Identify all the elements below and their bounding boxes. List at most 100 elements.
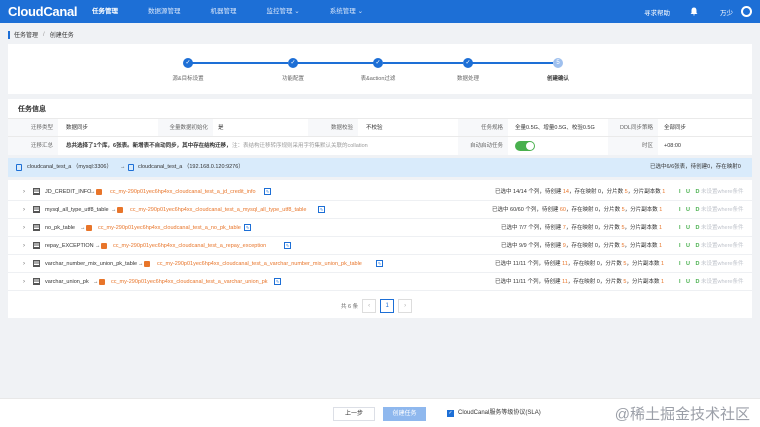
table-row[interactable]: › repay_EXCEPTION → cc_my-290p01yec6hp4x… [8, 237, 752, 255]
target-table[interactable]: cc_my-290p01yec6hp4xx_cloudcanal_test_a_… [130, 201, 306, 219]
create-task-button[interactable]: 创建任务 [383, 407, 426, 421]
data-check-label: 数据校验 [308, 119, 358, 137]
database-icon [16, 164, 22, 171]
target-table-icon [144, 261, 150, 267]
expand-chevron-icon[interactable]: › [23, 255, 25, 273]
table-row[interactable]: › varchar_number_mix_union_pk_table → cc… [8, 255, 752, 273]
iud-actions[interactable]: I U D [679, 273, 702, 291]
watermark: @稀土掘金技术社区 [614, 406, 750, 423]
arrow-icon: → [90, 189, 96, 195]
target-table[interactable]: cc_my-290p01yec6hp4xx_cloudcanal_test_a_… [110, 183, 256, 201]
step-4-label: 数据处理 [456, 76, 479, 82]
summary-label: 迁移汇总 [8, 137, 58, 155]
where-condition[interactable]: 未设置where条件 [701, 183, 743, 201]
bell-icon[interactable] [690, 7, 698, 16]
table-row[interactable]: › mysql_all_type_utf8_table → cc_my-290p… [8, 201, 752, 219]
expand-chevron-icon[interactable]: › [23, 273, 25, 291]
step-connector [383, 62, 463, 64]
task-info-panel: 任务信息 迁移类型 数据同步 全量数据初始化 是 数据校验 不校验 任务规格 全… [8, 99, 752, 155]
prev-page-button[interactable]: ‹ [362, 299, 377, 313]
nav-menu: 任务管理 数据源管理 机器管理 监控管理 ⌄ 系统管理 ⌄ [92, 0, 393, 23]
target-table[interactable]: cc_my-290p01yec6hp4xx_cloudcanal_test_a_… [98, 219, 241, 237]
edit-icon[interactable]: ✎ [318, 206, 325, 213]
breadcrumb-current: 创建任务 [49, 33, 74, 39]
source-table: mysql_all_type_utf8_table [45, 207, 109, 213]
breadcrumb-parent[interactable]: 任务管理 [14, 30, 38, 39]
sla-checkbox[interactable]: ✓ [447, 410, 454, 417]
edit-icon[interactable]: ✎ [284, 242, 291, 249]
ddl-policy-value: 全部同步 [664, 125, 687, 131]
next-page-button[interactable]: › [398, 299, 413, 313]
nav-item-tasks[interactable]: 任务管理 [92, 0, 118, 23]
nav-item-system[interactable]: 系统管理 ⌄ [330, 0, 363, 23]
target-table-icon [86, 225, 92, 231]
edit-icon[interactable]: ✎ [264, 188, 271, 195]
source-table: varchar_union_pk [45, 279, 89, 285]
iud-actions[interactable]: I U D [679, 183, 702, 201]
arrow-icon: → [80, 225, 86, 231]
sla-link[interactable]: CloudCanal服务等级协议(SLA) [458, 408, 541, 419]
user-name[interactable]: 万少 [720, 7, 733, 17]
expand-chevron-icon[interactable]: › [23, 219, 25, 237]
migration-type-value: 数据同步 [66, 125, 89, 131]
target-table[interactable]: cc_my-290p01yec6hp4xx_cloudcanal_test_a_… [111, 273, 268, 291]
task-info-row: 迁移汇总 总共选择了1个库，6张表。新增表不自动同步，其中存在结构迁移， 注：表… [8, 136, 752, 155]
where-condition[interactable]: 未设置where条件 [701, 255, 743, 273]
iud-actions[interactable]: I U D [679, 201, 702, 219]
table-icon [33, 260, 40, 267]
logo[interactable]: CloudCanal [8, 4, 82, 19]
column-stats: 已选中 7/7 个列，待创建 7，存在映射 0，分片数 5，分片副本数 1 [501, 225, 663, 231]
help-link[interactable]: 寻求帮助 [644, 7, 670, 17]
edit-icon[interactable]: ✎ [244, 224, 251, 231]
nav-right: 寻求帮助 万少 [644, 0, 760, 23]
table-row[interactable]: › varchar_union_pk → cc_my-290p01yec6hp4… [8, 273, 752, 291]
column-stats: 已选中 11/11 个列，待创建 11，存在映射 0，分片数 5，分片副本数 1 [495, 261, 665, 267]
iud-actions[interactable]: I U D [679, 219, 702, 237]
target-table-icon [99, 279, 105, 285]
table-row[interactable]: › JD_CREDIT_INFO → cc_my-290p01yec6hp4xx… [8, 183, 752, 201]
expand-chevron-icon[interactable]: › [23, 183, 25, 201]
source-table: varchar_number_mix_union_pk_table [45, 261, 138, 267]
step-progress: ✓ ✓ ✓ ✓ 5 源&目标设置 功能配置 表&action过滤 数据处理 创建… [8, 44, 752, 94]
table-row[interactable]: › no_pk_table → cc_my-290p01yec6hp4xx_cl… [8, 219, 752, 237]
target-db: cloudcanal_test_a （192.168.0.120:9276） [138, 164, 244, 170]
table-mapping-list: › JD_CREDIT_INFO → cc_my-290p01yec6hp4xx… [8, 180, 752, 318]
timezone-value: +08:00 [664, 143, 681, 149]
arrow-icon: → [138, 261, 144, 267]
collation-note: 注：表结构迁移转序规则采用字符集默认关联的collation [232, 143, 368, 149]
task-spec-label: 任务规格 [458, 119, 508, 137]
step-5-number: 5 [553, 58, 563, 68]
prev-step-button[interactable]: 上一步 [333, 407, 375, 421]
step-3-label: 表&action过滤 [360, 76, 396, 82]
source-table: repay_EXCEPTION [45, 243, 94, 249]
iud-actions[interactable]: I U D [679, 255, 702, 273]
where-condition[interactable]: 未设置where条件 [701, 237, 743, 255]
autostart-toggle[interactable] [515, 141, 535, 151]
nav-item-machines[interactable]: 机器管理 [211, 0, 237, 23]
step-3-check-icon: ✓ [373, 58, 383, 68]
task-info-title: 任务信息 [18, 106, 46, 113]
pagination-total: 共 6 条 [341, 304, 359, 310]
nav-item-monitor[interactable]: 监控管理 ⌄ [267, 0, 300, 23]
column-stats: 已选中 60/60 个列，待创建 60，存在映射 0，分片数 5，分片副本数 1 [492, 207, 663, 213]
edit-icon[interactable]: ✎ [274, 278, 281, 285]
breadcrumb: 任务管理 / 创建任务 [8, 30, 74, 39]
column-stats: 已选中 14/14 个列，待创建 14，存在映射 0，分片数 5，分片副本数 1 [495, 189, 666, 195]
footer-bar: 上一步 创建任务 ✓ CloudCanal服务等级协议(SLA) @稀土掘金技术… [0, 398, 760, 427]
pagination: 共 6 条 ‹ 1 › [341, 299, 413, 313]
where-condition[interactable]: 未设置where条件 [701, 201, 743, 219]
page-1-button[interactable]: 1 [380, 299, 395, 313]
breadcrumb-marker [8, 30, 10, 39]
where-condition[interactable]: 未设置where条件 [701, 273, 743, 291]
edit-icon[interactable]: ✎ [376, 260, 383, 267]
expand-chevron-icon[interactable]: › [23, 237, 25, 255]
target-table[interactable]: cc_my-290p01yec6hp4xx_cloudcanal_test_a_… [113, 237, 266, 255]
where-condition[interactable]: 未设置where条件 [701, 219, 743, 237]
target-table[interactable]: cc_my-290p01yec6hp4xx_cloudcanal_test_a_… [157, 255, 362, 273]
mapping-summary: 已选中6/6张表，待创建0，存在映射0 [650, 164, 741, 170]
avatar[interactable] [741, 6, 752, 17]
column-stats: 已选中 11/11 个列，待创建 11，存在映射 0，分片数 5，分片副本数 1 [495, 279, 665, 285]
iud-actions[interactable]: I U D [679, 237, 702, 255]
nav-item-datasources[interactable]: 数据源管理 [148, 0, 181, 23]
expand-chevron-icon[interactable]: › [23, 201, 25, 219]
